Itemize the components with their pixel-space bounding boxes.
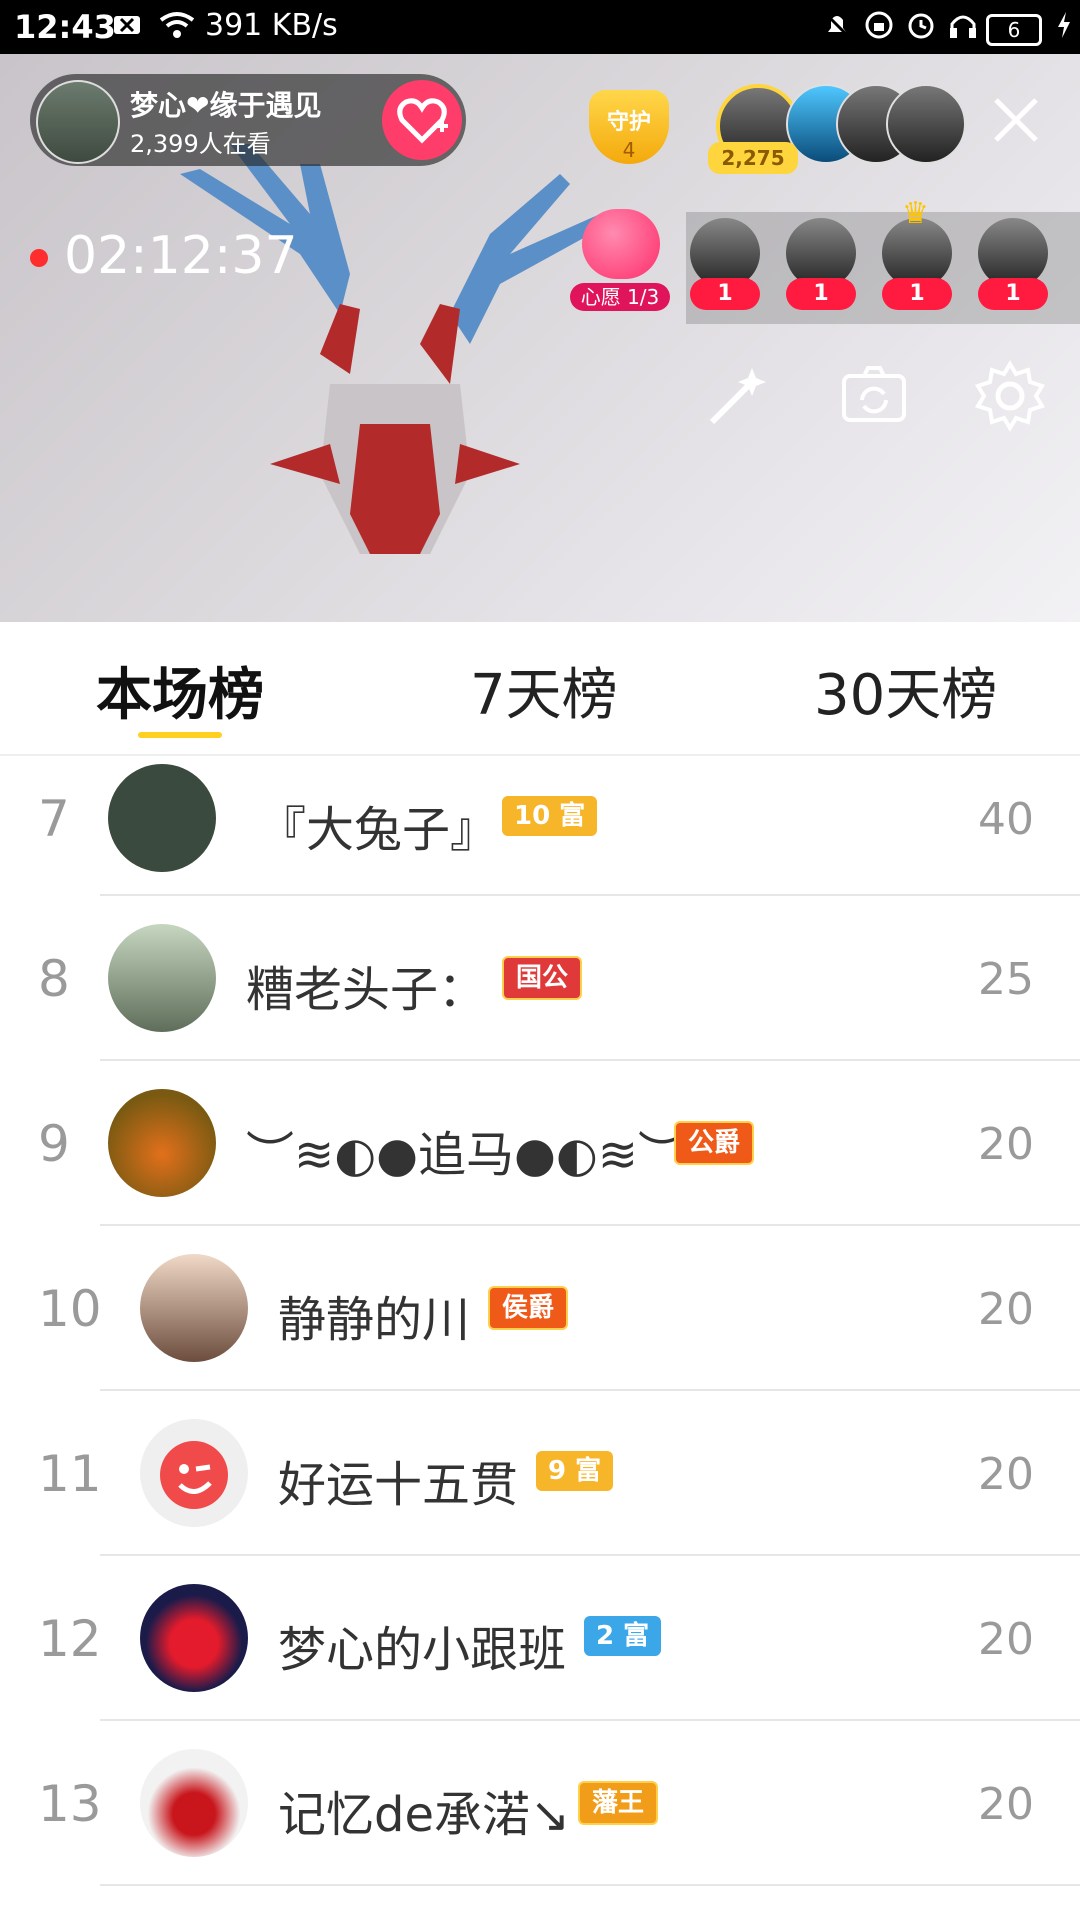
wealth-badge: 10 富 [502,796,598,836]
magic-wand-icon [709,368,766,425]
gift-count: 1 [978,278,1048,310]
guard-label: 守护 [606,110,651,135]
ranking-tabs: 本场榜 7天榜 30天榜 [0,622,1080,756]
tab-current-session[interactable]: 本场榜 [96,650,264,731]
wifi-icon [158,10,195,40]
guard-badge[interactable]: 守护 4 [585,82,673,182]
charging-icon [1054,10,1074,40]
score: 20 [978,1284,1034,1335]
beauty-wand-button[interactable] [702,360,774,432]
gift-ranking-bar: 1 1 ♛ 1 1 [686,196,1080,324]
recording-dot [30,249,48,267]
list-item[interactable]: 13 记忆de承渃↘ 藩王 20 [0,1721,1080,1886]
avatar[interactable] [108,924,216,1032]
list-item[interactable]: 10 静静的川 侯爵 20 [0,1226,1080,1391]
avatar[interactable] [140,1419,248,1527]
close-icon [994,98,1038,142]
noble-badge: 国公 [502,956,583,1000]
headphones-icon [948,10,978,40]
viewer-avatar[interactable] [886,84,966,164]
guard-count: 4 [622,138,636,162]
host-card[interactable]: 梦心❤缘于遇见 2,399人在看 [30,74,466,166]
avatar[interactable] [140,1584,248,1692]
user-name: 糟老头子： [246,962,487,1018]
rank-number: 7 [38,790,70,848]
viewer-count: 2,399人在看 [130,130,271,158]
crown-icon: ♛ [902,196,929,231]
score: 20 [978,1449,1034,1500]
user-name: 记忆de承渃↘ [278,1787,571,1843]
list-item[interactable]: 9 ︶≋◐●追马●◐≋︶ 公爵 20 [0,1061,1080,1226]
live-duration: 02:12:37 [64,226,298,286]
wish-heart-icon [582,209,660,279]
host-name: 梦心❤缘于遇见 [130,89,322,122]
wink-face-icon [160,1441,228,1509]
wealth-badge: 9 富 [536,1451,614,1491]
list-item[interactable]: 11 好运十五贯 9 富 20 [0,1391,1080,1556]
top-viewer-score: 2,275 [708,142,798,174]
gift-count: 1 [786,278,856,310]
settings-button[interactable] [974,360,1046,432]
noble-badge: 侯爵 [488,1286,569,1330]
follow-button[interactable] [382,80,462,160]
avatar[interactable] [108,764,216,872]
user-name: 静静的川 [278,1292,471,1348]
alarm-icon [906,10,936,40]
lock-rotation-icon [864,10,894,40]
avatar[interactable] [140,1749,248,1857]
rank-number: 9 [38,1115,70,1173]
score: 20 [978,1779,1034,1830]
status-bar: 12:43 391 KB/s 6 [0,0,1080,54]
user-name: 梦心的小跟班 [278,1622,567,1678]
gift-count: 1 [690,278,760,310]
list-item[interactable]: 8 糟老头子： 国公 25 [0,896,1080,1061]
wealth-badge: 2 富 [584,1616,662,1656]
close-button[interactable] [988,92,1044,148]
avatar[interactable] [108,1089,216,1197]
score: 20 [978,1119,1034,1170]
tab-30-days[interactable]: 30天榜 [814,650,997,731]
score: 25 [978,954,1034,1005]
wish-widget[interactable]: 心愿 1/3 [570,209,670,319]
heart-plus-icon [397,98,448,144]
rank-number: 12 [38,1610,102,1668]
user-name: 好运十五贯 [278,1457,519,1513]
list-item[interactable]: 7 『大兔子』 10 富 40 [0,756,1080,896]
rank-number: 10 [38,1280,102,1338]
switch-camera-button[interactable] [838,360,910,432]
score: 20 [978,1614,1034,1665]
tab-7-days[interactable]: 7天榜 [470,650,618,731]
list-item[interactable]: 12 梦心的小跟班 2 富 20 [0,1556,1080,1721]
active-tab-indicator [138,732,222,738]
wish-label: 心愿 1/3 [570,283,670,311]
gift-count: 1 [882,278,952,310]
rank-number: 13 [38,1775,102,1833]
network-speed: 391 KB/s [205,8,338,43]
sim-off-icon [112,10,142,40]
mute-bell-icon [822,10,852,40]
status-time: 12:43 [14,8,116,46]
noble-badge: 藩王 [578,1781,659,1825]
user-name: ︶≋◐●追马●◐≋︶ [246,1127,686,1183]
divider [100,1884,1080,1886]
camera-switch-icon [842,366,906,422]
avatar[interactable] [140,1254,248,1362]
rank-number: 11 [38,1445,102,1503]
gear-icon [975,360,1045,432]
host-avatar[interactable] [36,80,120,164]
noble-badge: 公爵 [674,1121,755,1165]
live-video[interactable]: 梦心❤缘于遇见 2,399人在看 守护 4 2,275 02:12:37 心愿 … [0,54,1080,622]
score: 40 [978,794,1034,845]
user-name: 『大兔子』 [258,802,499,858]
battery-indicator: 6 [986,14,1042,46]
rank-number: 8 [38,950,70,1008]
